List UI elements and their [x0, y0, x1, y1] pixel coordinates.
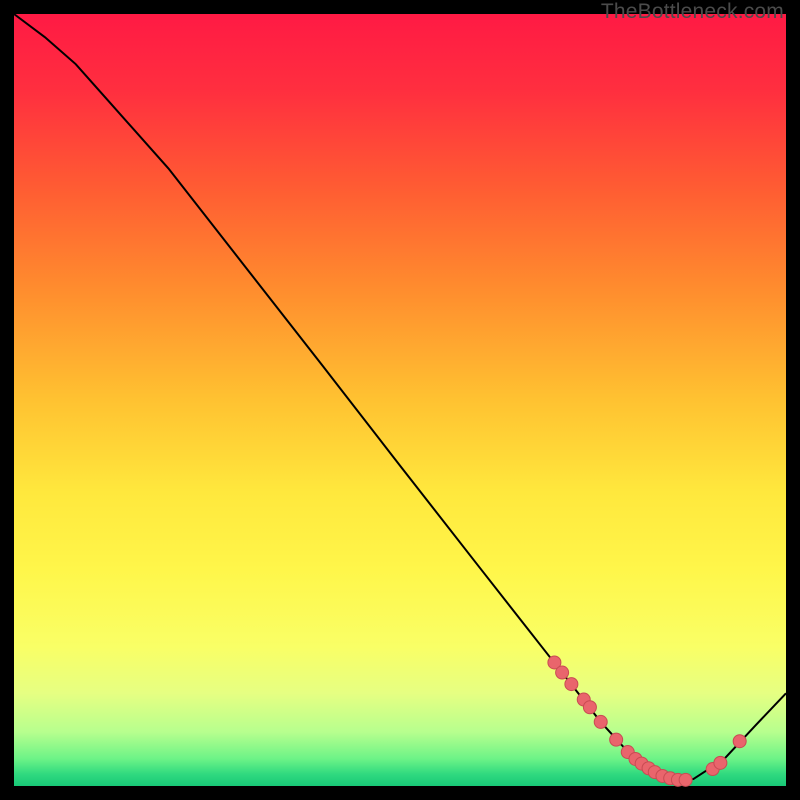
marker-point [733, 735, 746, 748]
marker-point [594, 715, 607, 728]
gradient-background [14, 14, 786, 786]
chart-stage: TheBottleneck.com [0, 0, 800, 800]
marker-point [714, 756, 727, 769]
plot-area [14, 14, 786, 786]
marker-point [679, 773, 692, 786]
marker-point [583, 701, 596, 714]
marker-point [610, 733, 623, 746]
marker-point [556, 666, 569, 679]
chart-svg [14, 14, 786, 786]
marker-point [565, 678, 578, 691]
